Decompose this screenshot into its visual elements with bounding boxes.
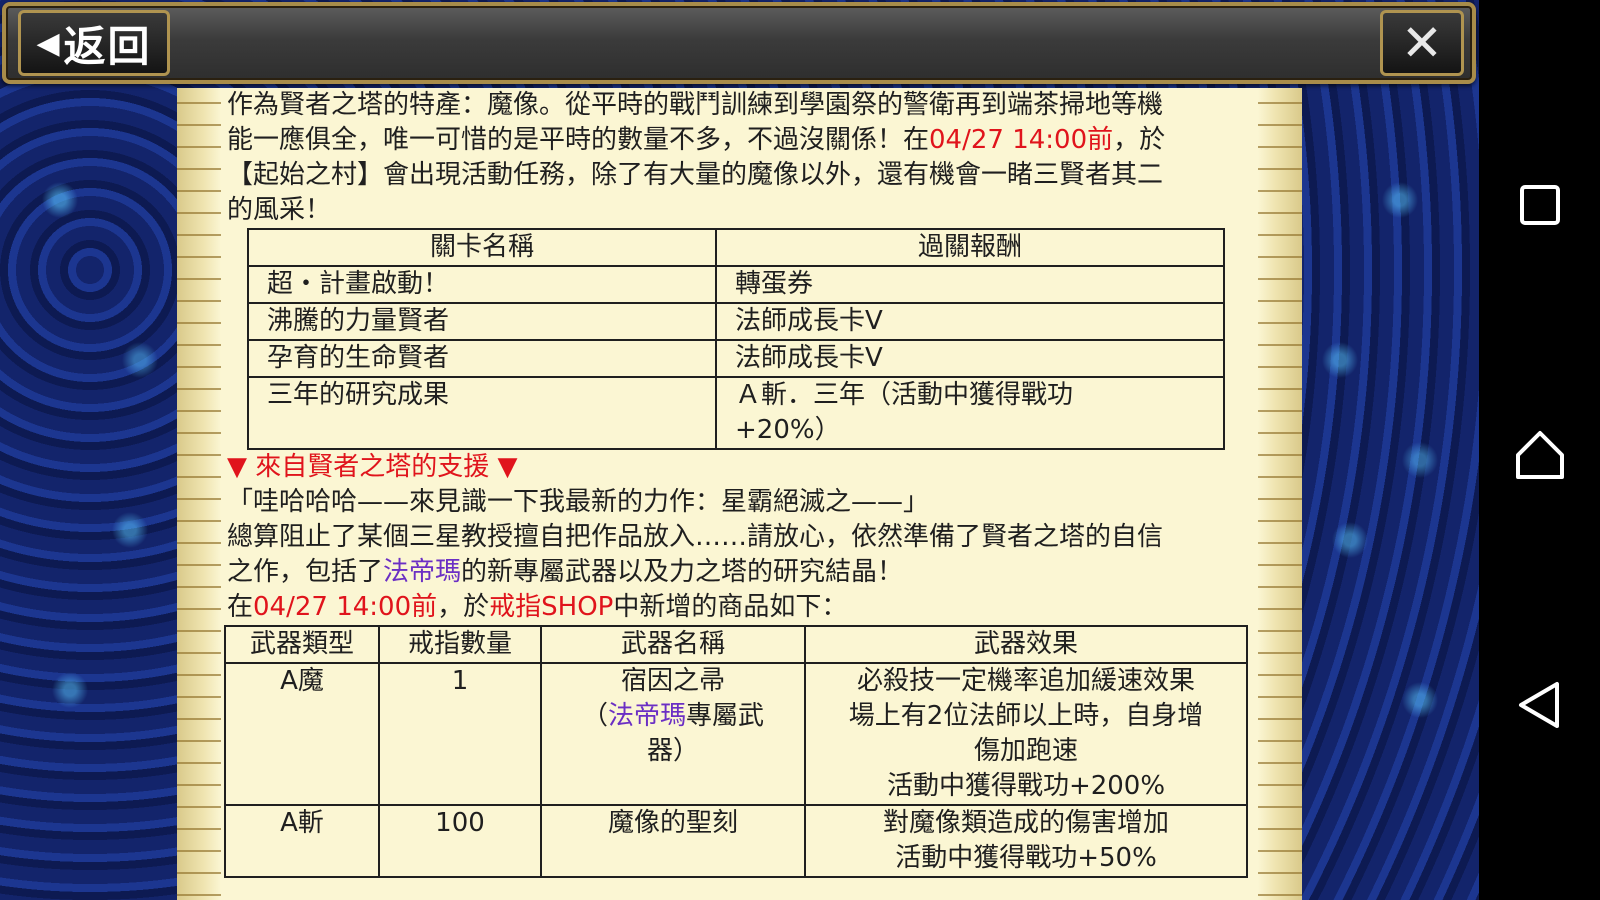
shop-line: 在04/27 14:00前，於戒指SHOP中新增的商品如下： [227,592,848,622]
parchment-edge-right [1258,88,1302,900]
weapon-type: A魔 [224,662,380,806]
column-header: 關卡名稱 [247,228,717,267]
support-paragraph: 之作，包括了法帝瑪的新專屬武器以及力之塔的研究結晶！ [227,557,904,587]
weapon-type: A斬 [224,804,380,878]
home-icon [1515,431,1564,479]
parchment-edge-left [177,88,221,900]
weapon-name: 宿因之帚 （法帝瑪專屬武 器） [540,662,806,806]
intro-line: 的風采！ [227,195,332,225]
table-row: 三年的研究成果 Ａ斬．三年（活動中獲得戰功 +20%） [247,376,1225,450]
character-name: 法帝瑪 [607,701,686,731]
android-navigation-bar [1479,0,1600,900]
stage-name: 孕育的生命賢者 [247,339,717,378]
back-button[interactable]: ◀ 返回 [18,10,170,76]
support-heading: ▼ 來自賢者之塔的支援 ▼ [227,452,518,482]
intro-line: 能一應俱全，唯一可惜的是平時的數量不多，不過沒關係！在04/27 14:00前，… [227,125,1166,155]
stage-reward: 法師成長卡V [715,339,1225,378]
header-bar: ◀ 返回 ✕ [2,2,1476,84]
table-row: 沸騰的力量賢者 法師成長卡V [247,302,1225,341]
stage-reward: Ａ斬．三年（活動中獲得戰功 +20%） [715,376,1225,450]
stage-name: 三年的研究成果 [247,376,717,450]
table-row: 超・計畫啟動！ 轉蛋券 [247,265,1225,304]
close-button[interactable]: ✕ [1380,10,1464,76]
triangle-left-icon: ◀ [36,25,60,61]
recent-apps-button[interactable] [1479,155,1600,255]
stage-reward: 法師成長卡V [715,302,1225,341]
stage-name: 沸騰的力量賢者 [247,302,717,341]
stage-name: 超・計畫啟動！ [247,265,717,304]
shop-deadline: 04/27 14:00前 [253,592,438,622]
weapon-effect: 必殺技一定機率追加緩速效果 場上有2位法師以上時，自身增 傷加跑速 活動中獲得戰… [804,662,1248,806]
column-header: 戒指數量 [378,625,542,664]
shop-name: 戒指SHOP [489,592,614,622]
event-deadline: 04/27 14:00前 [929,125,1114,155]
weapon-effect: 對魔像類造成的傷害增加 活動中獲得戰功+50% [804,804,1248,878]
support-paragraph: 總算阻止了某個三星教授擅自把作品放入……請放心，依然準備了賢者之塔的自信 [227,522,1164,552]
column-header: 武器效果 [804,625,1248,664]
announcement-content: 作為賢者之塔的特產：魔像。從平時的戰鬥訓練到學園祭的警衛再到端茶掃地等機 能一應… [224,88,1254,878]
home-button[interactable] [1479,405,1600,505]
intro-line: 作為賢者之塔的特產：魔像。從平時的戰鬥訓練到學園祭的警衛再到端茶掃地等機 [227,90,1164,120]
table-row: A魔 1 宿因之帚 （法帝瑪專屬武 器） 必殺技一定機率追加緩速效果 場上有2位… [224,662,1248,806]
ring-count: 100 [378,804,542,878]
column-header: 過關報酬 [715,228,1225,267]
column-header: 武器類型 [224,625,380,664]
back-label: 返回 [63,21,152,71]
support-quote: 「哇哈哈哈——來見識一下我最新的力作：星霸絕滅之——」 [227,487,930,517]
back-nav-button[interactable] [1479,655,1600,755]
ring-count: 1 [378,662,542,806]
table-row: 孕育的生命賢者 法師成長卡V [247,339,1225,378]
stage-reward-table: 關卡名稱 過關報酬 超・計畫啟動！ 轉蛋券 沸騰的力量賢者 法師成長卡V 孕育的… [247,228,1225,450]
weapon-table: 武器類型 戒指數量 武器名稱 武器效果 A魔 1 宿因之帚 （法帝瑪專屬武 器）… [224,625,1248,878]
triangle-back-icon [1518,682,1559,728]
character-name: 法帝瑪 [383,557,462,587]
square-recent-apps-icon [1519,185,1560,225]
close-x-icon: ✕ [1401,14,1443,72]
table-row: A斬 100 魔像的聖刻 對魔像類造成的傷害增加 活動中獲得戰功+50% [224,804,1248,878]
stage-reward: 轉蛋券 [715,265,1225,304]
column-header: 武器名稱 [540,625,806,664]
weapon-name: 魔像的聖刻 [540,804,806,878]
table-header-row: 關卡名稱 過關報酬 [247,228,1225,267]
table-header-row: 武器類型 戒指數量 武器名稱 武器效果 [224,625,1248,664]
intro-line: 【起始之村】會出現活動任務，除了有大量的魔像以外，還有機會一睹三賢者其二 [227,160,1164,190]
announcement-panel[interactable]: 作為賢者之塔的特產：魔像。從平時的戰鬥訓練到學園祭的警衛再到端茶掃地等機 能一應… [177,88,1302,900]
